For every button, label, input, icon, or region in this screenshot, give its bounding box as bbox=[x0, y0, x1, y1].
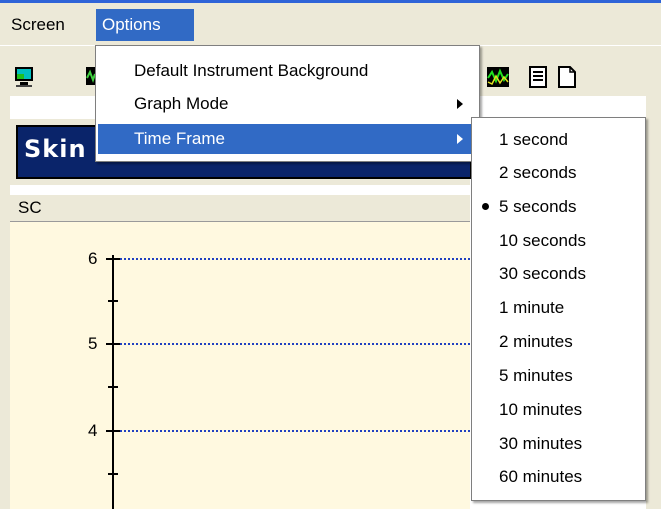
option-label: 5 seconds bbox=[499, 197, 577, 216]
gridline-4 bbox=[116, 430, 470, 432]
gridline-6 bbox=[116, 258, 470, 260]
menu-item-label: Time Frame bbox=[134, 129, 225, 148]
waveform-icon[interactable] bbox=[486, 66, 510, 88]
time-frame-option[interactable]: 1 minute bbox=[474, 291, 643, 324]
tick-minor bbox=[108, 300, 118, 302]
y-tick-label: 5 bbox=[88, 334, 98, 353]
time-frame-option-selected[interactable]: 5 seconds bbox=[474, 190, 643, 223]
graph-channel-label: SC bbox=[18, 198, 42, 217]
option-label: 60 minutes bbox=[499, 467, 583, 486]
monitor-icon[interactable] bbox=[14, 66, 34, 88]
option-label: 10 seconds bbox=[499, 231, 586, 250]
menu-item-time-frame[interactable]: Time Frame bbox=[98, 124, 477, 154]
menu-bar: Screen Options bbox=[0, 3, 661, 45]
tick-5 bbox=[106, 343, 120, 345]
time-frame-option[interactable]: 5 minutes bbox=[474, 359, 643, 392]
blank-page-icon[interactable] bbox=[557, 66, 577, 88]
tick-minor bbox=[108, 473, 118, 475]
y-tick-label: 6 bbox=[88, 249, 98, 268]
y-tick-label: 4 bbox=[88, 421, 98, 440]
option-label: 1 second bbox=[499, 130, 568, 149]
option-label: 30 seconds bbox=[499, 264, 586, 283]
option-label: 2 minutes bbox=[499, 332, 573, 351]
tick-6 bbox=[106, 258, 120, 260]
option-label: 5 minutes bbox=[499, 366, 573, 385]
gridline-5 bbox=[116, 343, 470, 345]
menu-item-label: Default Instrument Background bbox=[134, 61, 369, 80]
tick-4 bbox=[106, 430, 120, 432]
graph-area[interactable] bbox=[10, 222, 470, 509]
time-frame-option[interactable]: 10 seconds bbox=[474, 224, 643, 257]
option-label: 30 minutes bbox=[499, 434, 583, 453]
window-left-edge bbox=[0, 95, 10, 509]
y-axis bbox=[112, 255, 114, 509]
window-right-edge bbox=[646, 95, 661, 509]
submenu-arrow-icon bbox=[457, 99, 463, 109]
time-frame-option[interactable]: 2 minutes bbox=[474, 325, 643, 358]
menu-item-label: Graph Mode bbox=[134, 94, 229, 113]
time-frame-option[interactable]: 60 minutes bbox=[474, 460, 643, 493]
submenu-arrow-icon bbox=[457, 134, 463, 144]
time-frame-option[interactable]: 30 minutes bbox=[474, 427, 643, 460]
options-dropdown-menu: Default Instrument Background Graph Mode… bbox=[95, 45, 480, 162]
time-frame-option[interactable]: 1 second bbox=[474, 123, 643, 156]
option-label: 1 minute bbox=[499, 298, 565, 317]
time-frame-option[interactable]: 30 seconds bbox=[474, 257, 643, 290]
time-frame-submenu: 1 second 2 seconds 5 seconds 10 seconds … bbox=[471, 117, 646, 501]
menu-options[interactable]: Options bbox=[96, 9, 194, 41]
menu-item-default-instrument-background[interactable]: Default Instrument Background bbox=[98, 56, 477, 86]
menu-screen[interactable]: Screen bbox=[5, 9, 71, 41]
tick-minor bbox=[108, 386, 118, 388]
document-icon[interactable] bbox=[528, 66, 548, 88]
option-label: 2 seconds bbox=[499, 163, 577, 182]
selected-bullet-icon bbox=[482, 203, 489, 210]
time-frame-option[interactable]: 10 minutes bbox=[474, 393, 643, 426]
menu-item-graph-mode[interactable]: Graph Mode bbox=[98, 89, 477, 119]
option-label: 10 minutes bbox=[499, 400, 583, 419]
graph-header: SC bbox=[10, 195, 470, 222]
instrument-title: Skin bbox=[24, 135, 87, 163]
time-frame-option[interactable]: 2 seconds bbox=[474, 156, 643, 189]
